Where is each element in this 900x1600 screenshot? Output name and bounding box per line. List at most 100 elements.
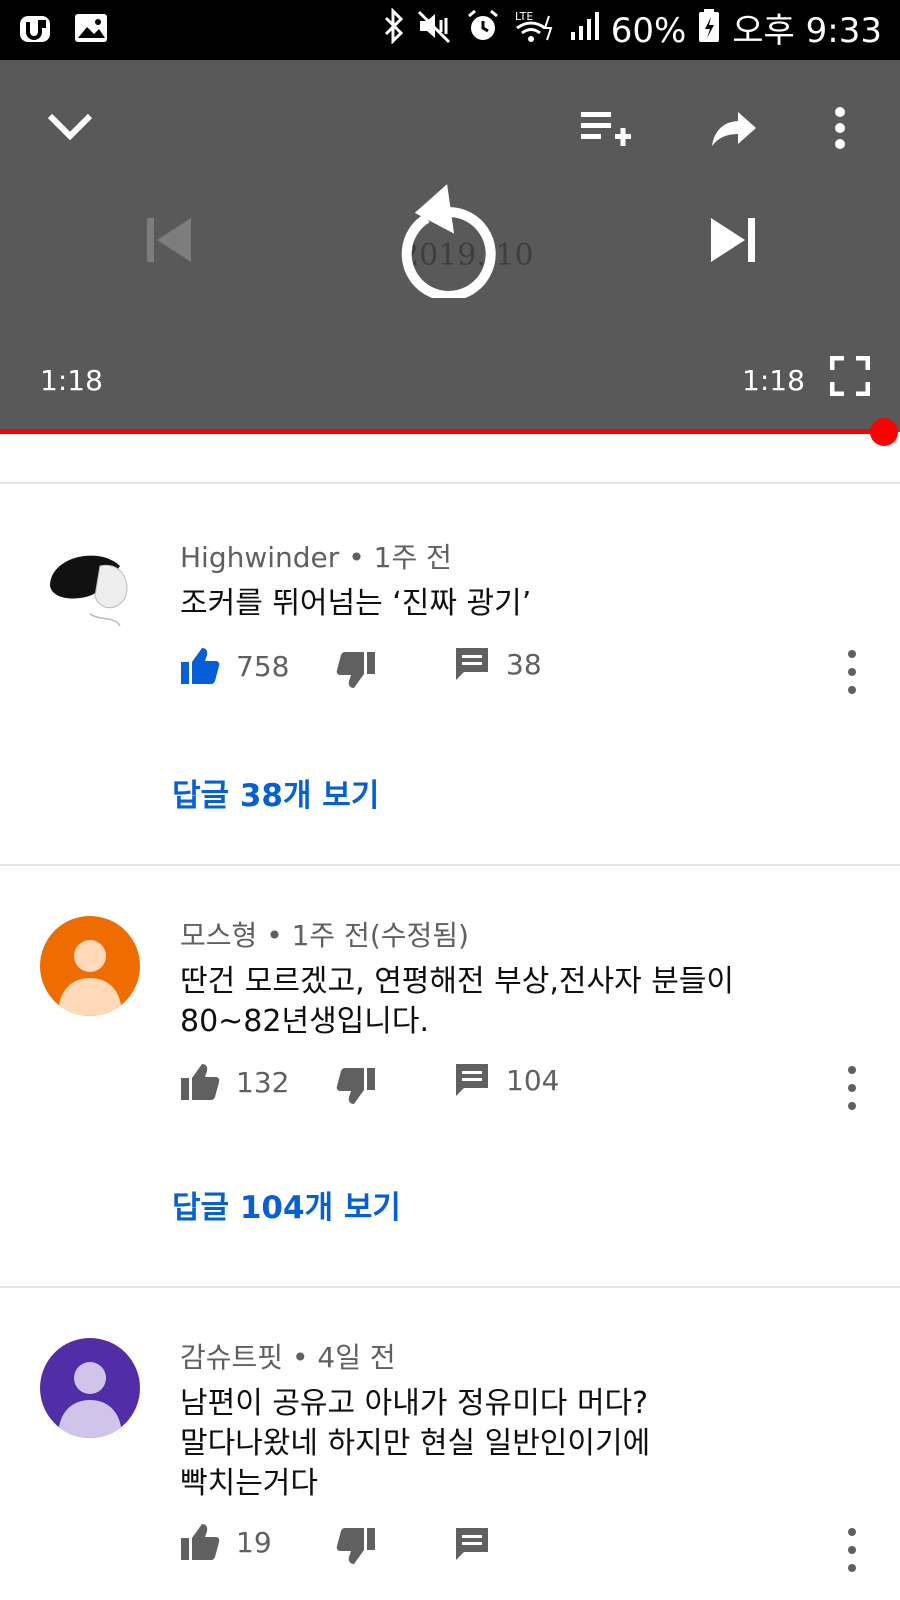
share-button[interactable] (702, 96, 766, 160)
like-button[interactable]: 132 (180, 1062, 289, 1102)
minimize-button[interactable] (40, 96, 100, 156)
comment-actions: 758 38 (180, 646, 880, 694)
dislike-button[interactable] (336, 1526, 376, 1566)
add-to-playlist-button[interactable] (574, 96, 638, 160)
reply-button[interactable]: 104 (454, 1062, 559, 1098)
more-vert-icon (835, 107, 845, 149)
skip-next-icon (711, 218, 755, 262)
reply-button[interactable]: 38 (454, 646, 542, 682)
mute-icon (417, 8, 453, 53)
thumbs-down-icon (336, 652, 375, 688)
more-dot (848, 686, 856, 694)
avatar[interactable] (40, 916, 140, 1016)
comment-icon (456, 1064, 488, 1096)
comment-author[interactable]: 감슈트핏 (180, 1341, 283, 1374)
comment-more-button[interactable] (846, 650, 858, 694)
next-button[interactable] (700, 208, 764, 272)
like-button[interactable]: 758 (180, 646, 289, 686)
view-replies-prefix: 답글 (172, 1190, 240, 1226)
thumbs-up-icon (181, 1064, 220, 1100)
share-arrow-icon (712, 112, 756, 146)
app-icon (18, 12, 54, 48)
alarm-icon (465, 8, 501, 53)
comment-meta: Highwinder • 1주 전 (180, 536, 452, 576)
reply-button[interactable] (454, 1526, 490, 1562)
comment-text-line: 말다나왔네 하지만 현실 일반인이기에 (180, 1426, 651, 1461)
view-replies-count: 38 (239, 778, 283, 814)
view-replies-prefix: 답글 (172, 778, 240, 814)
more-dot (848, 1084, 856, 1092)
comment-item: 모스형 • 1주 전(수정됨) 딴건 모르겠고, 연평해전 부상,전사자 분들이… (0, 866, 900, 1286)
avatar[interactable] (40, 536, 140, 636)
lte-wifi-icon: LTE (513, 8, 557, 53)
comment-author[interactable]: Highwinder (180, 541, 339, 574)
chevron-down-icon (47, 113, 93, 141)
avatar[interactable] (40, 1338, 140, 1438)
comment-age: 1주 전 (373, 541, 452, 574)
gallery-icon (74, 12, 110, 48)
dislike-button[interactable] (336, 650, 376, 690)
replay-button[interactable] (390, 178, 510, 298)
comment-text: 남편이 공유고 아내가 정유미다 머다? 말다나왔네 하지만 현실 일반인이기에… (180, 1384, 800, 1504)
hidden-replies-link (172, 434, 372, 440)
signal-icon (569, 8, 599, 53)
player-more-button[interactable] (820, 96, 860, 160)
more-dot (848, 1546, 856, 1554)
comment-age: 4일 전 (317, 1341, 396, 1374)
comment-text-line: 남편이 공유고 아내가 정유미다 머다? (180, 1386, 649, 1421)
comment-age: 1주 전(수정됨) (291, 919, 469, 952)
comment-item: Highwinder • 1주 전 조커를 뛰어넘는 ‘진짜 광기’ 758 3… (0, 484, 900, 864)
comment-text-line: 빡치는거다 (180, 1466, 318, 1501)
like-count: 132 (236, 1065, 290, 1099)
more-dot (848, 1066, 856, 1074)
more-dot (848, 668, 856, 676)
comment-item: 감슈트핏 • 4일 전 남편이 공유고 아내가 정유미다 머다? 말다나왔네 하… (0, 1288, 900, 1600)
reply-count: 104 (506, 1063, 560, 1097)
comment-text-line: 80~82년생입니다. (180, 1004, 430, 1039)
comment-icon (456, 1528, 488, 1560)
view-replies-link[interactable]: 답글 104개 보기 (172, 1182, 401, 1227)
fullscreen-button[interactable] (826, 352, 874, 400)
default-avatar-icon (58, 940, 122, 1016)
like-button[interactable]: 19 (180, 1522, 272, 1562)
bluetooth-icon (383, 7, 405, 53)
view-replies-link[interactable]: 답글 38개 보기 (172, 770, 379, 815)
battery-percent: 60% (610, 10, 687, 51)
comment-icon (456, 648, 488, 680)
battery-icon (698, 8, 720, 53)
like-count: 19 (236, 1525, 272, 1559)
clock: 오후 9:33 (732, 10, 882, 51)
comment-text: 조커를 뛰어넘는 ‘진짜 광기’ (180, 586, 532, 621)
video-player[interactable]: 2019. 10 1:18 1:18 (0, 60, 900, 432)
current-time: 1:18 (40, 364, 103, 397)
svg-text:LTE: LTE (515, 10, 533, 23)
meta-separator: • (291, 1341, 318, 1374)
previous-button[interactable] (138, 208, 202, 272)
comment-more-button[interactable] (846, 1528, 858, 1572)
duration: 1:18 (742, 364, 805, 397)
reply-count: 38 (506, 647, 542, 681)
meta-separator: • (266, 919, 292, 952)
dislike-button[interactable] (336, 1066, 376, 1106)
default-avatar-icon (58, 1362, 122, 1438)
comment-author[interactable]: 모스형 (180, 919, 257, 952)
thumbs-up-icon (181, 648, 220, 684)
comment-actions: 132 104 (180, 1062, 880, 1110)
replay-icon (401, 184, 496, 298)
comment-more-button[interactable] (846, 1066, 858, 1110)
more-dot (848, 650, 856, 658)
scrubber-handle[interactable] (870, 418, 898, 446)
skip-previous-icon (147, 218, 191, 262)
comment-actions: 19 (180, 1522, 880, 1570)
playlist-add-icon (581, 112, 631, 146)
more-dot (848, 1564, 856, 1572)
meta-separator: • (348, 541, 374, 574)
progress-bar[interactable] (0, 429, 884, 434)
more-dot (848, 1528, 856, 1536)
comment-text: 딴건 모르겠고, 연평해전 부상,전사자 분들이 80~82년생입니다. (180, 962, 800, 1042)
thumbs-up-icon (181, 1524, 220, 1560)
comment-meta: 모스형 • 1주 전(수정됨) (180, 914, 469, 954)
view-replies-count: 104 (239, 1190, 305, 1226)
status-bar: LTE 60% 오후 9:33 (0, 0, 900, 60)
like-count: 758 (236, 649, 290, 683)
